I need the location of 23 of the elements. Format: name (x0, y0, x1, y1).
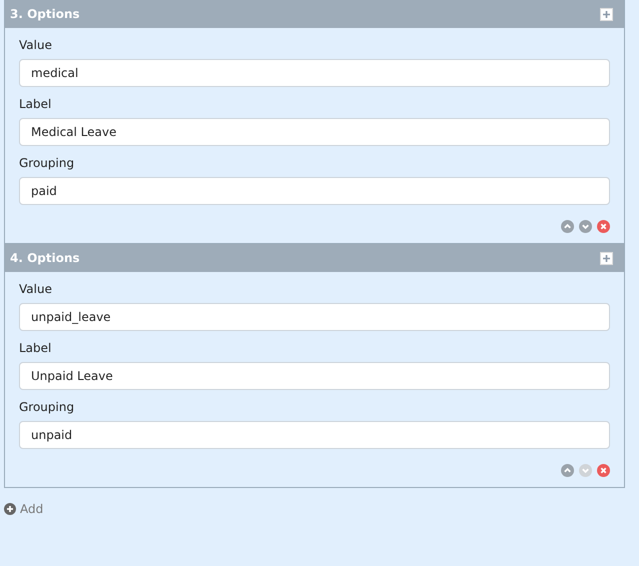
expand-icon[interactable] (600, 252, 613, 264)
text-field[interactable]: paid (19, 177, 610, 205)
text-field[interactable]: medical (19, 59, 610, 87)
field-label: Label (19, 96, 52, 112)
field-label: Label (19, 340, 52, 356)
panel-title: 3. Options (10, 7, 80, 21)
expand-icon[interactable] (600, 8, 613, 20)
text-field[interactable]: Medical Leave (19, 118, 610, 146)
field-label: Value (19, 37, 53, 53)
field-label: Value (19, 281, 53, 297)
add-link[interactable]: Add (4, 502, 44, 516)
text-field[interactable]: unpaid (19, 421, 610, 449)
field-label: Grouping (19, 399, 76, 415)
move-up-icon[interactable] (561, 464, 574, 477)
remove-icon[interactable] (597, 464, 610, 477)
panel-title: 4. Options (10, 251, 80, 265)
plus-circle-icon (4, 503, 16, 515)
move-up-icon[interactable] (561, 220, 574, 233)
move-down-icon[interactable] (579, 220, 592, 233)
text-field[interactable]: Unpaid Leave (19, 362, 610, 390)
text-field[interactable]: unpaid_leave (19, 303, 610, 331)
remove-icon[interactable] (597, 220, 610, 233)
field-label: Grouping (19, 155, 76, 171)
